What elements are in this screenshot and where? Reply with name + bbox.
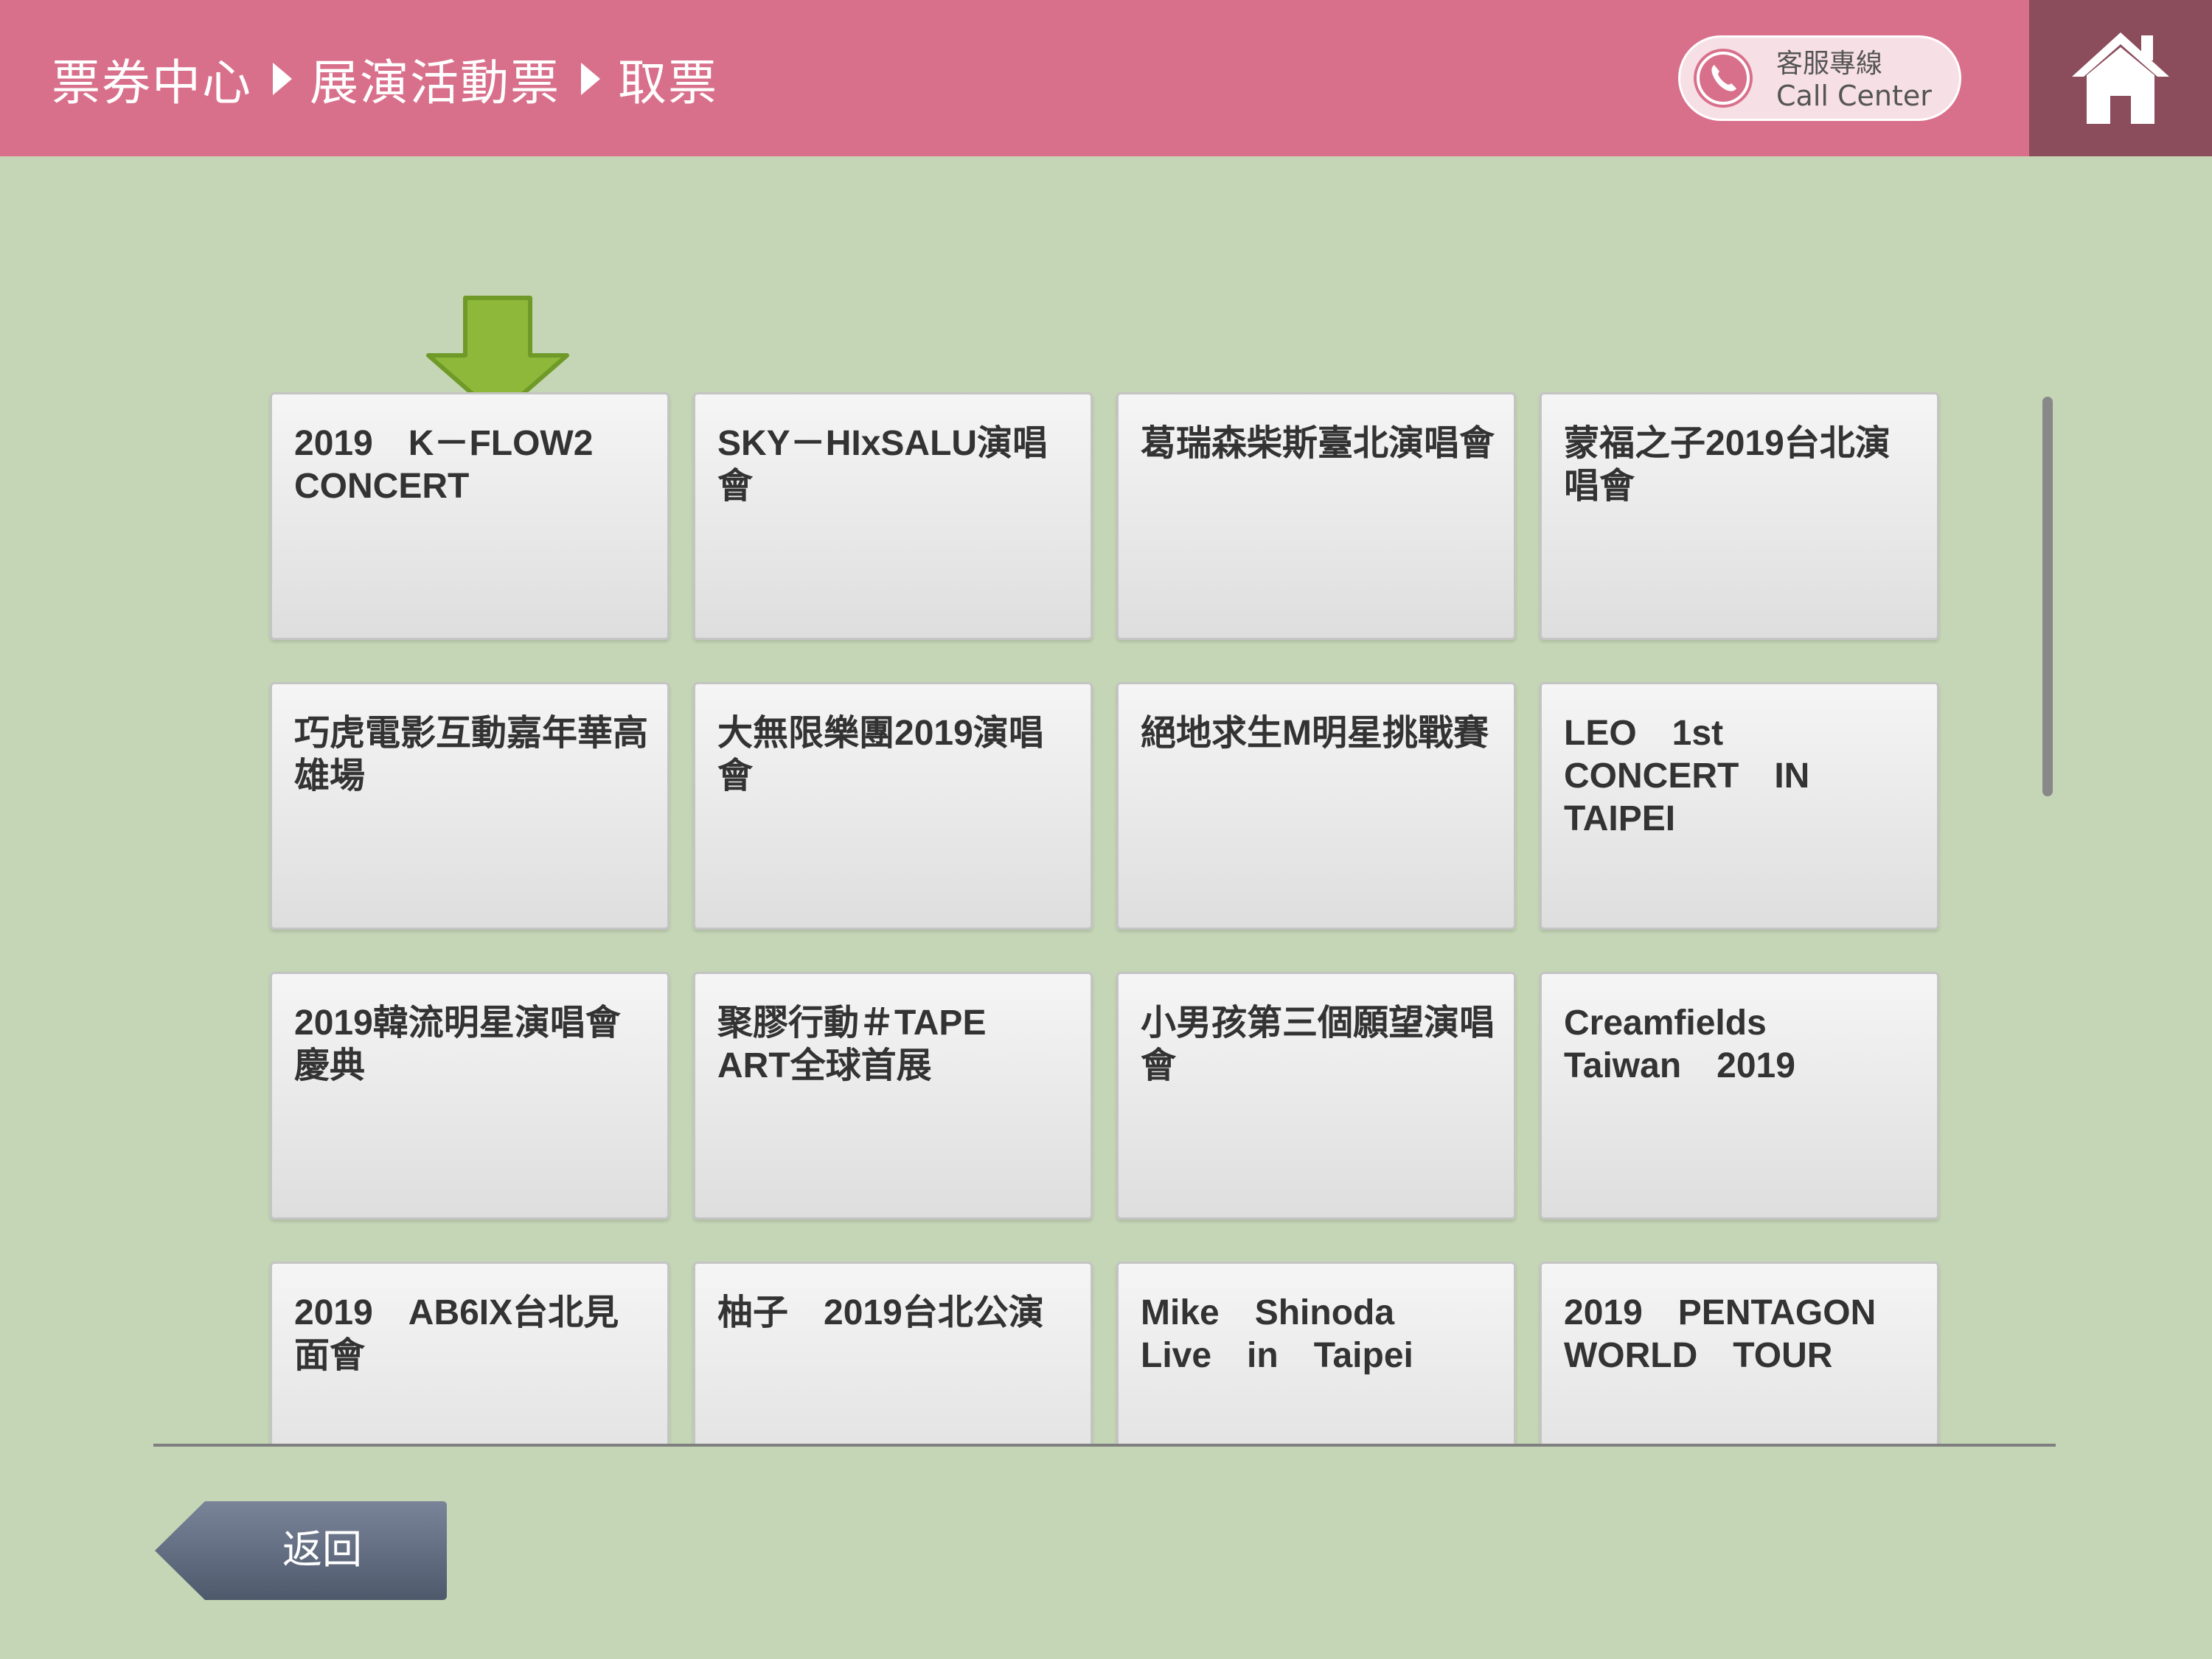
footer-divider xyxy=(153,1444,2056,1447)
event-card-label: 巧虎電影互動嘉年華高雄場 xyxy=(294,714,649,796)
event-card[interactable]: 2019 PENTAGON WORLD TOUR xyxy=(1540,1262,1939,1445)
event-card-label: 2019 AB6IX台北見面會 xyxy=(294,1293,619,1375)
breadcrumb-item-pickup: 取票 xyxy=(618,55,718,111)
breadcrumb-item-event-tickets[interactable]: 展演活動票 xyxy=(310,44,560,114)
breadcrumb-separator-icon xyxy=(273,63,292,95)
event-card-label: SKY－HIxSALU演唱會 xyxy=(717,424,1048,506)
event-card[interactable]: SKY－HIxSALU演唱會 xyxy=(693,392,1093,640)
event-card[interactable]: Mike Shinoda Live in Taipei xyxy=(1116,1262,1516,1445)
scrollbar-thumb[interactable] xyxy=(2042,397,2053,796)
event-card-label: 葛瑞森柴斯臺北演唱會 xyxy=(1141,424,1495,463)
back-button-label: 返回 xyxy=(282,1526,362,1573)
event-card-label: 柚子 2019台北公演 xyxy=(717,1293,1044,1332)
event-card[interactable]: 小男孩第三個願望演唱會 xyxy=(1116,972,1516,1220)
call-center-label-en: Call Center xyxy=(1776,80,1932,112)
event-card[interactable]: 2019 K－FLOW2 CONCERT xyxy=(270,392,669,640)
home-button[interactable] xyxy=(2029,0,2212,156)
home-icon xyxy=(2072,32,2169,124)
breadcrumb-item-ticket-center[interactable]: 票券中心 xyxy=(52,44,252,114)
back-button[interactable]: 返回 xyxy=(153,1498,448,1603)
event-card-label: 蒙福之子2019台北演唱會 xyxy=(1564,424,1891,506)
event-card-label: Mike Shinoda Live in Taipei xyxy=(1141,1293,1413,1375)
event-card-label: LEO 1st CONCERT IN TAIPEI xyxy=(1564,714,1810,838)
event-card[interactable]: 聚膠行動＃TAPE ART全球首展 xyxy=(693,972,1093,1220)
event-card[interactable]: 絕地求生M明星挑戰賽 xyxy=(1116,682,1516,930)
event-card[interactable]: 2019韓流明星演唱會慶典 xyxy=(270,972,669,1220)
event-card-label: 2019 PENTAGON WORLD TOUR xyxy=(1564,1293,1877,1375)
call-center-label-zh: 客服專線 xyxy=(1776,49,1883,79)
event-card[interactable]: 蒙福之子2019台北演唱會 xyxy=(1540,392,1939,640)
event-grid: 2019 K－FLOW2 CONCERT SKY－HIxSALU演唱會 葛瑞森柴… xyxy=(265,383,1954,1445)
event-card-label: 小男孩第三個願望演唱會 xyxy=(1141,1004,1495,1085)
event-card-label: Creamfields Taiwan 2019 xyxy=(1564,1004,1795,1085)
breadcrumb: 票券中心 展演活動票 取票 xyxy=(52,46,718,112)
event-card-label: 大無限樂團2019演唱會 xyxy=(717,714,1044,796)
event-card[interactable]: 葛瑞森柴斯臺北演唱會 xyxy=(1116,392,1516,640)
event-card[interactable]: 柚子 2019台北公演 xyxy=(693,1262,1093,1445)
event-card[interactable]: 巧虎電影互動嘉年華高雄場 xyxy=(270,682,669,930)
breadcrumb-separator-icon xyxy=(581,63,600,95)
call-center-button[interactable]: 客服專線 Call Center xyxy=(1678,35,1961,121)
event-card[interactable]: Creamfields Taiwan 2019 xyxy=(1540,972,1939,1220)
phone-icon xyxy=(1694,49,1753,108)
event-card-label: 絕地求生M明星挑戰賽 xyxy=(1141,714,1489,753)
header-bar: 票券中心 展演活動票 取票 客服專線 Call Center xyxy=(0,0,2212,156)
event-card[interactable]: LEO 1st CONCERT IN TAIPEI xyxy=(1540,682,1939,930)
event-card-label: 2019韓流明星演唱會慶典 xyxy=(294,1004,621,1085)
event-card[interactable]: 2019 AB6IX台北見面會 xyxy=(270,1262,669,1445)
event-card[interactable]: 大無限樂團2019演唱會 xyxy=(693,682,1093,930)
event-card-label: 聚膠行動＃TAPE ART全球首展 xyxy=(717,1004,987,1085)
event-card-label: 2019 K－FLOW2 CONCERT xyxy=(294,424,594,506)
